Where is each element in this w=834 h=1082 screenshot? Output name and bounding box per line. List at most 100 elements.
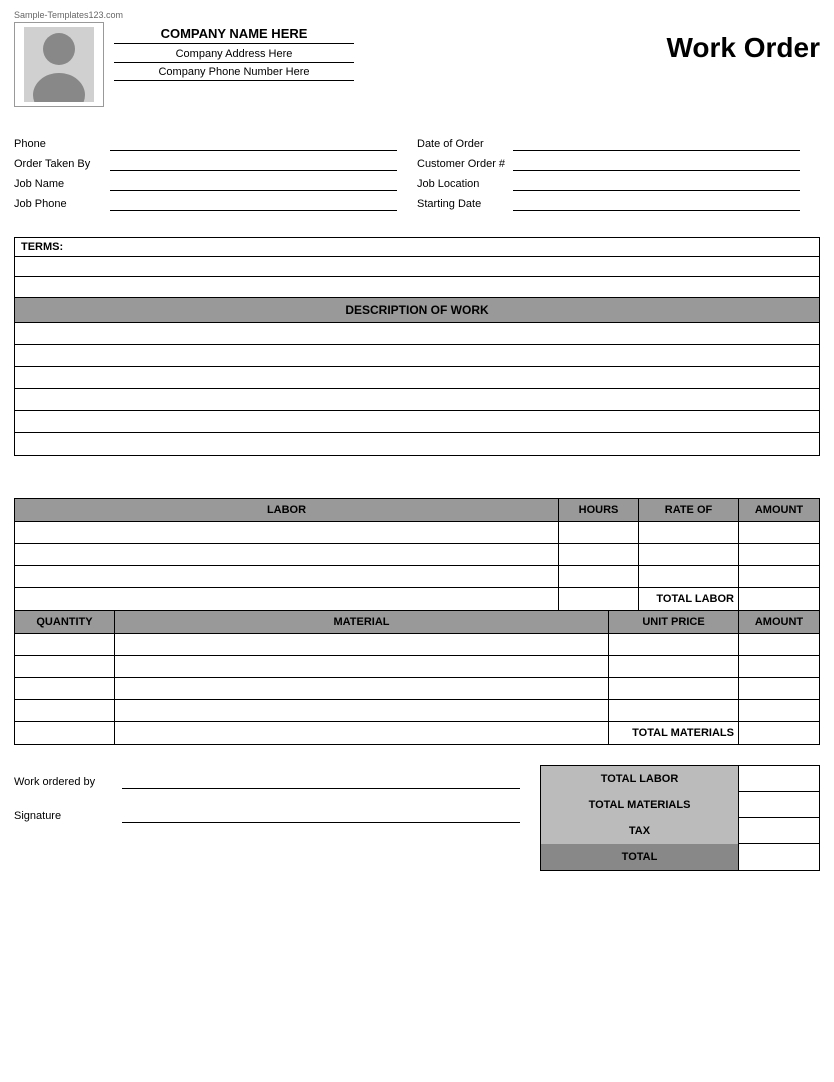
mat-row-3-qty[interactable] — [15, 678, 115, 700]
tax-value[interactable] — [739, 818, 819, 844]
labor-row-2-amount[interactable] — [739, 544, 819, 566]
mat-row-1-unit-price[interactable] — [609, 634, 739, 656]
form-fields: Phone Order Taken By Job Name Job Phone … — [14, 137, 820, 217]
order-taken-by-label: Order Taken By — [14, 158, 104, 170]
labor-row-1-amount[interactable] — [739, 522, 819, 544]
total-mat-spacer1 — [15, 722, 115, 744]
mat-row-3-unit-price[interactable] — [609, 678, 739, 700]
desc-row-2[interactable] — [15, 345, 819, 367]
desc-row-1[interactable] — [15, 323, 819, 345]
date-of-order-input[interactable] — [513, 137, 800, 151]
materials-header: QUANTITY MATERIAL UNIT PRICE AMOUNT — [15, 611, 819, 634]
company-photo — [14, 22, 104, 107]
total-materials-row: TOTAL MATERIALS — [15, 722, 819, 744]
labor-row-1[interactable] — [15, 522, 819, 544]
mat-row-3-material[interactable] — [115, 678, 609, 700]
mat-row-4-unit-price[interactable] — [609, 700, 739, 722]
labor-col-hours: HOURS — [559, 499, 639, 521]
date-of-order-row: Date of Order — [417, 137, 820, 151]
total-labor-spacer1 — [15, 588, 559, 610]
total-materials-summary-label: TOTAL MATERIALS — [541, 792, 739, 818]
grand-total-value[interactable] — [739, 844, 819, 870]
labor-row-3-amount[interactable] — [739, 566, 819, 588]
job-location-input[interactable] — [513, 177, 800, 191]
labor-row-2-hours[interactable] — [559, 544, 639, 566]
company-address: Company Address Here — [114, 48, 354, 63]
materials-row-4[interactable] — [15, 700, 819, 722]
labor-col-labor: LABOR — [15, 499, 559, 521]
mat-row-2-material[interactable] — [115, 656, 609, 678]
desc-row-6[interactable] — [15, 433, 819, 455]
work-ordered-by-row: Work ordered by — [14, 775, 520, 789]
desc-row-4[interactable] — [15, 389, 819, 411]
materials-col-unit-price: UNIT PRICE — [609, 611, 739, 633]
company-info: COMPANY NAME HERE Company Address Here C… — [114, 22, 467, 84]
job-phone-input[interactable] — [110, 197, 397, 211]
total-labor-label: TOTAL LABOR — [639, 588, 739, 610]
description-header: DESCRIPTION OF WORK — [15, 298, 819, 323]
desc-row-3[interactable] — [15, 367, 819, 389]
description-section: DESCRIPTION OF WORK — [14, 298, 820, 456]
terms-section: TERMS: — [14, 237, 820, 298]
labor-row-2[interactable] — [15, 544, 819, 566]
total-materials-summary-row: TOTAL MATERIALS — [541, 792, 819, 818]
labor-row-3-rate[interactable] — [639, 566, 739, 588]
labor-row-1-rate[interactable] — [639, 522, 739, 544]
work-order-title: Work Order — [467, 22, 820, 64]
phone-input[interactable] — [110, 137, 397, 151]
terms-row-2[interactable] — [15, 277, 819, 297]
materials-row-1[interactable] — [15, 634, 819, 656]
mat-row-1-amount[interactable] — [739, 634, 819, 656]
signature-input[interactable] — [122, 809, 520, 823]
total-labor-summary-row: TOTAL LABOR — [541, 766, 819, 792]
mat-row-2-amount[interactable] — [739, 656, 819, 678]
order-taken-by-row: Order Taken By — [14, 157, 417, 171]
job-phone-row: Job Phone — [14, 197, 417, 211]
total-labor-summary-value[interactable] — [739, 766, 819, 792]
mat-row-1-qty[interactable] — [15, 634, 115, 656]
mat-row-2-qty[interactable] — [15, 656, 115, 678]
company-phone: Company Phone Number Here — [114, 66, 354, 81]
starting-date-input[interactable] — [513, 197, 800, 211]
phone-label: Phone — [14, 138, 104, 150]
total-labor-value[interactable] — [739, 588, 819, 610]
mat-row-1-material[interactable] — [115, 634, 609, 656]
desc-row-5[interactable] — [15, 411, 819, 433]
job-location-label: Job Location — [417, 178, 507, 190]
labor-row-3-hours[interactable] — [559, 566, 639, 588]
labor-section: LABOR HOURS RATE OF AMOUNT TOTAL LABOR — [14, 498, 820, 611]
labor-row-1-hours[interactable] — [559, 522, 639, 544]
labor-row-3[interactable] — [15, 566, 819, 588]
labor-row-3-desc[interactable] — [15, 566, 559, 588]
materials-section: QUANTITY MATERIAL UNIT PRICE AMOUNT TOTA… — [14, 611, 820, 745]
labor-header: LABOR HOURS RATE OF AMOUNT — [15, 499, 819, 522]
mat-row-2-unit-price[interactable] — [609, 656, 739, 678]
materials-row-2[interactable] — [15, 656, 819, 678]
labor-col-rate: RATE OF — [639, 499, 739, 521]
materials-row-3[interactable] — [15, 678, 819, 700]
job-name-input[interactable] — [110, 177, 397, 191]
work-ordered-by-input[interactable] — [122, 775, 520, 789]
order-taken-by-input[interactable] — [110, 157, 397, 171]
job-location-row: Job Location — [417, 177, 820, 191]
labor-row-2-rate[interactable] — [639, 544, 739, 566]
signature-row: Signature — [14, 809, 520, 823]
company-name: COMPANY NAME HERE — [114, 26, 354, 44]
total-materials-value[interactable] — [739, 722, 819, 744]
total-materials-summary-value[interactable] — [739, 792, 819, 818]
job-name-label: Job Name — [14, 178, 104, 190]
customer-order-input[interactable] — [513, 157, 800, 171]
labor-row-2-desc[interactable] — [15, 544, 559, 566]
terms-row-1[interactable] — [15, 257, 819, 277]
mat-row-4-material[interactable] — [115, 700, 609, 722]
tax-label: TAX — [541, 818, 739, 844]
total-mat-spacer2 — [115, 722, 609, 744]
total-labor-summary-label: TOTAL LABOR — [541, 766, 739, 792]
labor-row-1-desc[interactable] — [15, 522, 559, 544]
mat-row-3-amount[interactable] — [739, 678, 819, 700]
mat-row-4-qty[interactable] — [15, 700, 115, 722]
materials-col-amount: AMOUNT — [739, 611, 819, 633]
grand-total-row: TOTAL — [541, 844, 819, 870]
mat-row-4-amount[interactable] — [739, 700, 819, 722]
watermark: Sample-Templates123.com — [14, 10, 820, 20]
